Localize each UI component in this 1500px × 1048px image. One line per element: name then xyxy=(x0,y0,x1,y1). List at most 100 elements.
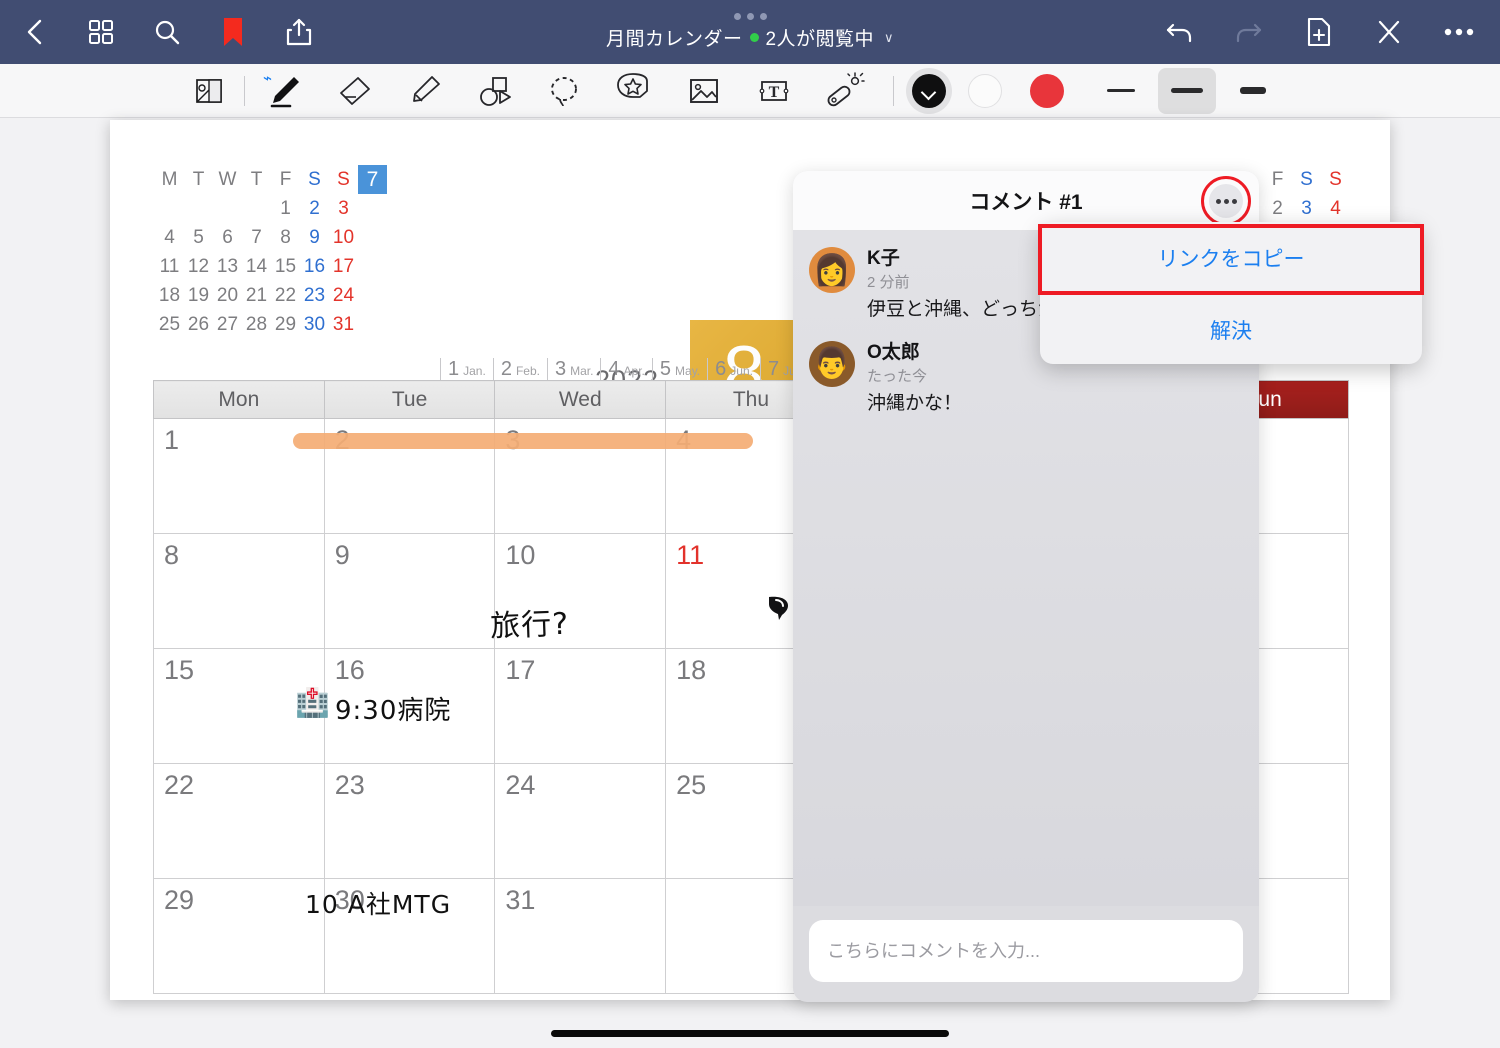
calendar-day-cell[interactable]: 23 xyxy=(323,763,496,879)
toolbar-divider xyxy=(244,75,245,106)
mini-cal-day: 3 xyxy=(1301,197,1312,219)
calendar-day-cell[interactable]: 8 xyxy=(153,533,325,649)
comment-context-menu[interactable]: リンクをコピー 解決 xyxy=(1040,222,1422,364)
menu-item-copy-link[interactable]: リンクをコピー xyxy=(1040,222,1422,293)
mini-cal-day: 15 xyxy=(274,255,297,277)
month-strip-number: 1 xyxy=(448,358,460,380)
mini-cal-day: 6 xyxy=(222,226,233,248)
shapes-icon[interactable] xyxy=(459,65,529,117)
comment-input[interactable] xyxy=(809,920,1243,982)
mini-cal-day xyxy=(242,194,271,223)
search-icon[interactable] xyxy=(140,5,194,59)
comment-author: O太郎 xyxy=(867,341,920,363)
eraser-icon[interactable] xyxy=(319,65,389,117)
mini-cal-day: 14 xyxy=(245,255,268,277)
sticker-icon[interactable] xyxy=(599,65,669,117)
mini-cal-day: 27 xyxy=(216,313,239,335)
month-strip-item-1[interactable]: 1 Jan. xyxy=(440,358,493,381)
comment-panel-title: コメント #1 xyxy=(969,190,1083,214)
ink-note-meeting: 10 A社MTG xyxy=(305,890,452,919)
calendar-header-wed: Wed xyxy=(494,380,667,419)
mini-cal-weekday: T xyxy=(250,168,263,190)
calendar-day-cell[interactable]: 9 xyxy=(323,533,496,649)
mini-cal-weekday: S xyxy=(1300,168,1313,190)
text-box-icon[interactable]: T xyxy=(739,65,809,117)
month-strip-item-4[interactable]: 4 Apr. xyxy=(600,358,651,381)
calendar-day-cell[interactable]: 24 xyxy=(494,763,667,879)
top-navigation-bar: 月間カレンダー 2人が閲覧中 ∨ xyxy=(0,0,1500,64)
month-strip-abbrev: Feb. xyxy=(515,364,540,378)
image-icon[interactable] xyxy=(669,65,739,117)
bookmark-icon[interactable] xyxy=(206,5,260,59)
panel-grabber xyxy=(733,13,767,20)
grid-view-icon[interactable] xyxy=(74,5,128,59)
calendar-day-cell[interactable]: 22 xyxy=(153,763,325,879)
color-swatch-red[interactable] xyxy=(1024,68,1070,114)
document-title-menu[interactable]: 月間カレンダー 2人が閲覧中 ∨ xyxy=(606,24,894,51)
mini-calendar-july: M T W T F S S 7 1 2 3 4 5 6 7 8 9 10 11 12 13 14 15 16 17 18 19 20 2… xyxy=(155,165,387,339)
stroke-weight-thick[interactable] xyxy=(1224,68,1282,114)
close-pen-icon[interactable] xyxy=(1362,5,1416,59)
bluetooth-icon: ⌁ xyxy=(263,69,273,87)
mini-cal-day: 24 xyxy=(332,284,355,306)
mini-cal-day: 20 xyxy=(216,284,239,306)
online-status-dot xyxy=(750,33,760,42)
comment-timestamp: たった今 xyxy=(867,367,928,385)
menu-item-resolve[interactable]: 解決 xyxy=(1040,294,1422,364)
mini-cal-week: 18 19 20 21 22 23 24 xyxy=(155,281,387,310)
comment-more-options-button[interactable] xyxy=(1209,184,1243,218)
mini-cal-day: 22 xyxy=(274,284,297,306)
month-strip-abbrev: May. xyxy=(675,364,701,378)
calendar-day-cell[interactable]: 31 xyxy=(494,878,667,994)
more-options-button[interactable] xyxy=(1432,5,1486,59)
page-flip-icon[interactable] xyxy=(178,65,240,117)
comment-pin-icon[interactable] xyxy=(765,593,795,631)
mini-cal-day: 3 xyxy=(338,197,349,219)
lasso-select-icon[interactable] xyxy=(529,65,599,117)
mini-cal-day: 10 xyxy=(332,226,355,248)
pen-icon[interactable]: ⌁ xyxy=(249,65,319,117)
mini-cal-day xyxy=(184,194,213,223)
mini-cal-weekday: F xyxy=(279,168,292,190)
month-strip-number: 7 xyxy=(767,358,780,380)
color-swatch-white[interactable] xyxy=(962,68,1008,114)
mini-cal-week: 11 12 13 14 15 16 17 xyxy=(155,252,387,281)
back-button[interactable] xyxy=(8,5,62,59)
mini-cal-day: 4 xyxy=(1330,197,1341,219)
mini-cal-day: 17 xyxy=(332,255,355,277)
comment-timestamp: 2 分前 xyxy=(867,273,910,291)
avatar-man-blonde: 👨 xyxy=(809,340,855,387)
stroke-weight-thin[interactable] xyxy=(1092,68,1150,114)
mini-cal-day: 2 xyxy=(1272,197,1283,219)
mini-cal-weekday: S xyxy=(337,168,350,190)
mini-cal-day: 31 xyxy=(332,313,355,335)
mini-cal-day: 9 xyxy=(309,226,320,248)
month-strip-item-3[interactable]: 3 Mar. xyxy=(546,358,600,381)
stroke-weight-medium[interactable] xyxy=(1158,67,1216,114)
month-strip-item-2[interactable]: 2 Feb. xyxy=(492,358,547,381)
comment-author: K子 xyxy=(867,248,900,269)
month-strip-item-6[interactable]: 6 Jun. xyxy=(707,358,760,381)
mini-cal-week: 4 5 6 7 8 9 10 xyxy=(155,223,387,252)
undo-button[interactable] xyxy=(1152,5,1206,59)
add-page-button[interactable] xyxy=(1292,5,1346,59)
redo-button[interactable] xyxy=(1222,5,1276,59)
mini-cal-weekday: T xyxy=(192,168,205,190)
mini-cal-weekday: M xyxy=(161,168,178,190)
month-strip-item-5[interactable]: 5 May. xyxy=(651,358,707,381)
mini-cal-weekday: W xyxy=(218,168,237,190)
mini-cal-day: 12 xyxy=(187,255,210,277)
calendar-day-cell[interactable]: 17 xyxy=(494,648,667,764)
mini-cal-week: 123 xyxy=(155,194,387,223)
mini-calendar-september: FSS 234 xyxy=(1263,165,1350,223)
page-title: 月間カレンダー xyxy=(605,29,743,50)
highlighter-icon[interactable] xyxy=(389,65,459,117)
month-strip-abbrev: Jun. xyxy=(730,364,753,378)
share-icon[interactable] xyxy=(272,5,326,59)
mini-cal-day: 25 xyxy=(158,313,181,335)
magic-wand-icon[interactable] xyxy=(809,65,879,117)
calendar-day-cell[interactable]: 29 xyxy=(153,878,325,994)
month-strip-number: 4 xyxy=(608,358,620,380)
mini-cal-day: 13 xyxy=(216,255,239,277)
color-swatch-black[interactable] xyxy=(906,67,952,114)
